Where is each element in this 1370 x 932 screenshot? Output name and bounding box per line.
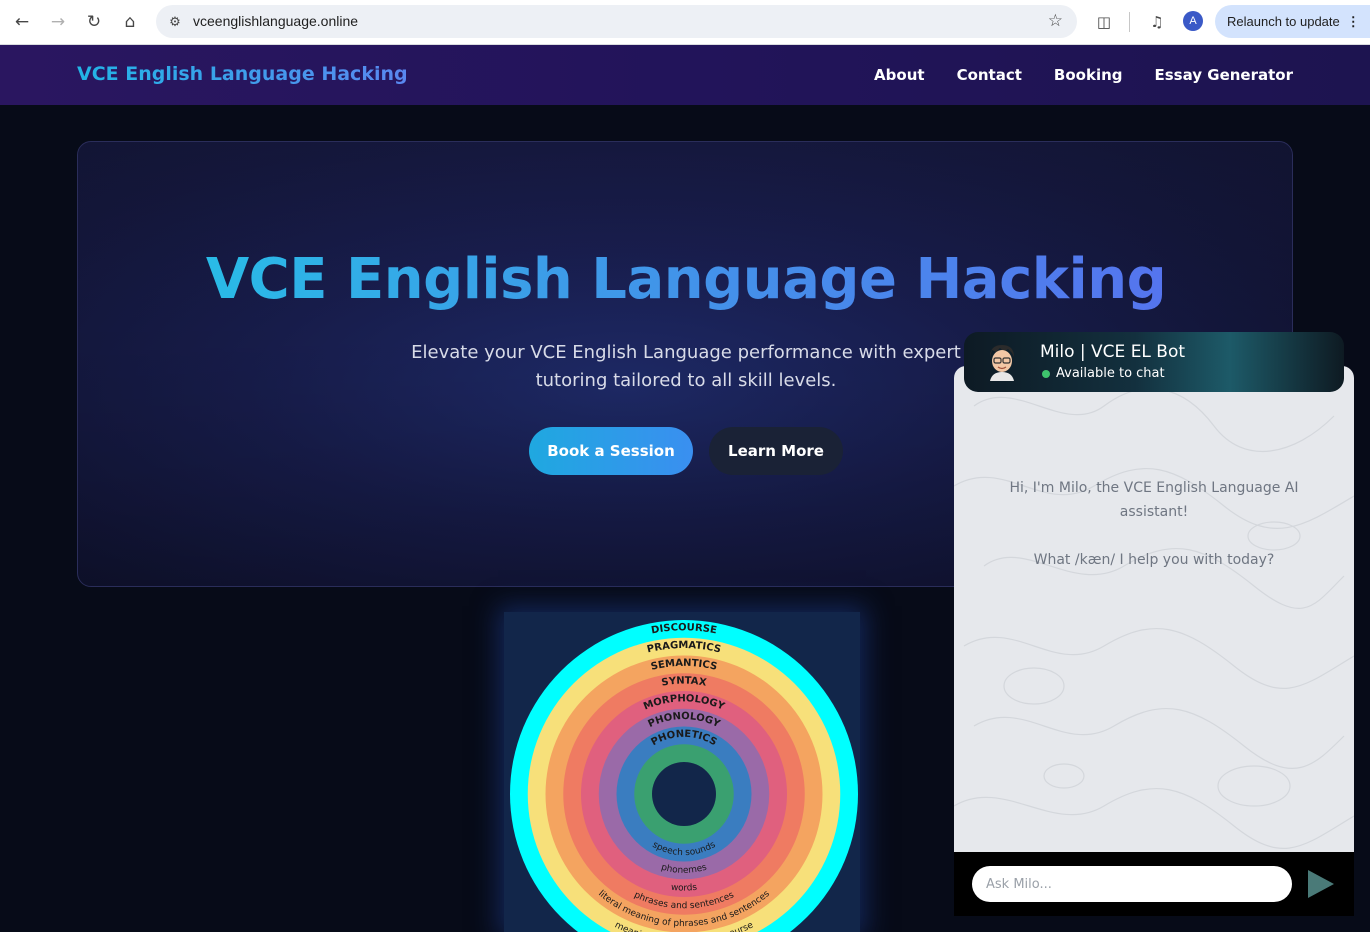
bookmark-star-icon[interactable]: ☆ <box>1048 11 1063 31</box>
chat-status-text: Available to chat <box>1056 366 1165 381</box>
relaunch-label: Relaunch to update <box>1227 14 1340 29</box>
book-session-button[interactable]: Book a Session <box>529 427 693 475</box>
url-text[interactable]: vceenglishlanguage.online <box>193 13 358 29</box>
media-control-icon[interactable]: ♫ <box>1145 10 1169 34</box>
extensions-icon[interactable]: ◫ <box>1092 10 1116 34</box>
more-menu-icon[interactable]: ⋮ <box>1347 14 1360 30</box>
back-icon[interactable]: ← <box>8 8 36 36</box>
nav-link-about[interactable]: About <box>874 66 925 84</box>
learn-more-button[interactable]: Learn More <box>709 427 843 475</box>
relaunch-button[interactable]: Relaunch to update ⋮ <box>1215 5 1370 38</box>
browser-toolbar: ← → ↻ ⌂ ⚙ vceenglishlanguage.online ☆ ◫ … <box>0 0 1370 45</box>
reload-icon[interactable]: ↻ <box>80 8 108 36</box>
forward-icon[interactable]: → <box>44 8 72 36</box>
chat-status: Available to chat <box>1042 366 1165 381</box>
ring-description: words <box>670 883 697 894</box>
chat-input-bar <box>954 852 1354 916</box>
chat-message: Hi, I'm Milo, the VCE English Language A… <box>984 476 1324 572</box>
chat-header: Milo | VCE EL Bot Available to chat <box>964 332 1344 392</box>
send-icon[interactable] <box>1306 868 1336 900</box>
site-header: VCE English Language Hacking About Conta… <box>0 45 1370 105</box>
hero-title: VCE English Language Hacking <box>78 247 1292 312</box>
chat-widget: Hi, I'm Milo, the VCE English Language A… <box>954 366 1354 916</box>
main-nav: About Contact Booking Essay Generator <box>874 66 1293 84</box>
status-dot-icon <box>1042 369 1050 378</box>
rings-svg: DISCOURSEPRAGMATICSSEMANTICSSYNTAXMORPHO… <box>510 620 858 932</box>
bot-avatar-icon <box>990 345 1014 381</box>
profile-avatar[interactable]: A <box>1183 11 1203 31</box>
chat-bot-name: Milo | VCE EL Bot <box>1040 342 1186 362</box>
site-info-icon[interactable]: ⚙ <box>165 12 185 32</box>
chat-question: What /kæn/ I help you with today? <box>1033 552 1275 568</box>
linguistics-diagram: DISCOURSE PRAGMATICS SEMANTICS SYNTAX MORPHO… <box>504 612 860 932</box>
nav-link-booking[interactable]: Booking <box>1054 66 1123 84</box>
address-bar[interactable]: ⚙ vceenglishlanguage.online ☆ <box>156 5 1077 38</box>
chat-background-pattern <box>954 388 1354 849</box>
ring-center <box>652 762 716 826</box>
home-icon[interactable]: ⌂ <box>116 8 144 36</box>
chat-input[interactable] <box>972 866 1292 902</box>
nav-link-essay-generator[interactable]: Essay Generator <box>1155 66 1294 84</box>
chat-greeting: Hi, I'm Milo, the VCE English Language A… <box>1009 480 1299 520</box>
nav-link-contact[interactable]: Contact <box>957 66 1022 84</box>
toolbar-divider <box>1129 12 1130 32</box>
hero-subtitle: Elevate your VCE English Language perfor… <box>411 342 961 391</box>
brand-logo-text[interactable]: VCE English Language Hacking <box>77 63 408 85</box>
